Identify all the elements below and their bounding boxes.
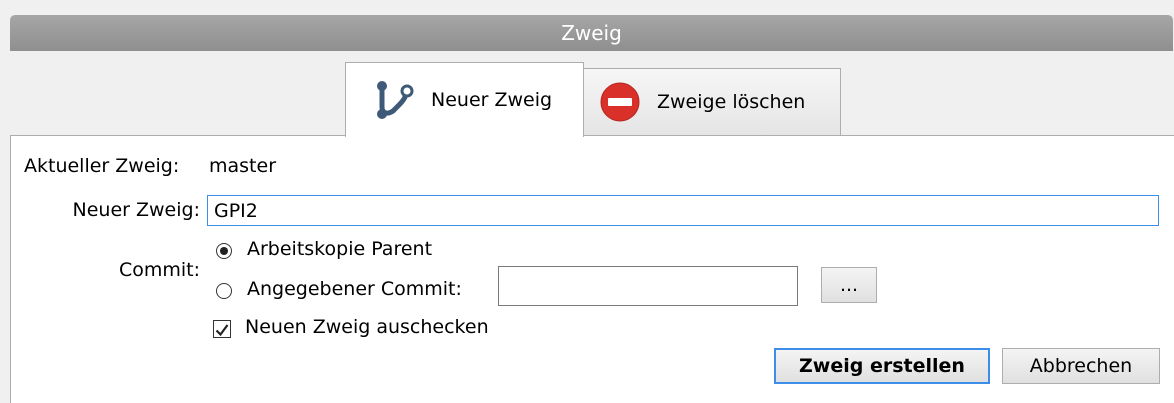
tab-new-branch-label: Neuer Zweig <box>431 89 553 111</box>
checkout-checkbox-label[interactable]: Neuen Zweig auschecken <box>245 316 489 338</box>
radio-working-copy-parent[interactable] <box>216 243 232 259</box>
branch-icon <box>371 77 417 123</box>
radio-selected-dot <box>220 247 228 255</box>
window-title: Zweig <box>10 15 1173 51</box>
radio-working-copy-parent-label[interactable]: Arbeitskopie Parent <box>247 238 432 260</box>
tab-new-branch[interactable]: Neuer Zweig <box>345 62 584 137</box>
current-branch-value: master <box>209 155 277 177</box>
radio-specified-commit[interactable] <box>216 283 232 299</box>
delete-icon <box>597 79 643 125</box>
cancel-button[interactable]: Abbrechen <box>1002 348 1160 384</box>
current-branch-label: Aktueller Zweig: <box>24 155 180 177</box>
commit-label: Commit: <box>118 259 200 281</box>
specified-commit-input[interactable] <box>498 266 798 306</box>
browse-commit-button[interactable]: ... <box>821 267 877 303</box>
tab-delete-branches-label: Zweige löschen <box>657 91 806 113</box>
create-branch-button[interactable]: Zweig erstellen <box>774 348 990 384</box>
new-branch-label: Neuer Zweig: <box>72 199 200 221</box>
checkmark-icon <box>215 324 229 337</box>
checkout-checkbox[interactable] <box>213 320 231 338</box>
tab-delete-branches[interactable]: Zweige löschen <box>583 68 841 135</box>
radio-specified-commit-label[interactable]: Angegebener Commit: <box>247 278 462 300</box>
new-branch-input[interactable] <box>207 195 1159 226</box>
